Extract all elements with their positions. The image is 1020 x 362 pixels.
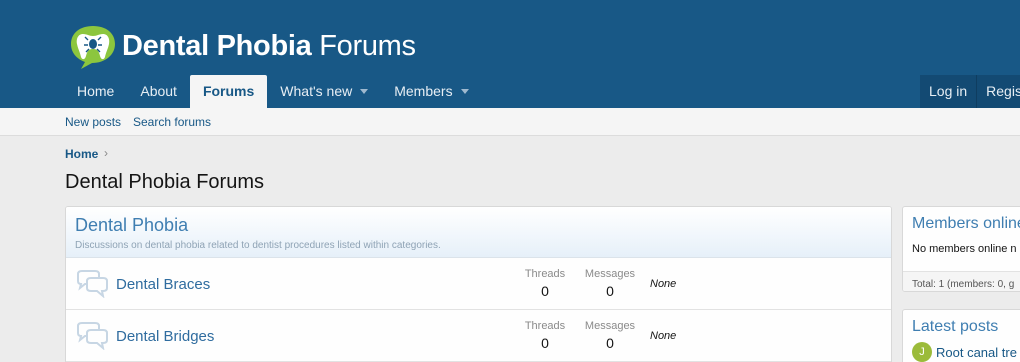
threads-label: Threads <box>524 268 566 280</box>
nav-home[interactable]: Home <box>64 75 127 108</box>
site-name: Dental Phobia Forums <box>122 30 416 63</box>
last-post: None <box>650 330 677 342</box>
messages-count: 0 <box>606 335 614 351</box>
speech-bubbles-icon <box>77 322 108 350</box>
members-online-title[interactable]: Members online <box>903 207 1020 233</box>
forum-node: Dental Braces Threads 0 Messages 0 None <box>66 258 891 310</box>
latest-posts-title[interactable]: Latest posts <box>903 310 1020 336</box>
forum-node-title[interactable]: Dental Bridges <box>116 328 214 345</box>
latest-posts-widget: Latest posts J Root canal tre <box>902 309 1020 362</box>
messages-count: 0 <box>606 283 614 299</box>
site-name-bold: Dental Phobia <box>122 29 312 62</box>
avatar[interactable]: J <box>912 342 932 362</box>
main-nav: Home About Forums What's new Members <box>64 75 482 108</box>
sub-nav: New posts Search forums <box>0 108 1020 136</box>
threads-count: 0 <box>541 335 549 351</box>
tooth-logo-icon <box>71 26 115 69</box>
threads-label: Threads <box>524 320 566 332</box>
login-link[interactable]: Log in <box>920 75 976 108</box>
category-description: Discussions on dental phobia related to … <box>75 240 441 251</box>
messages-stat: Messages 0 <box>580 268 640 299</box>
nav-forums[interactable]: Forums <box>189 75 268 108</box>
nav-members-label: Members <box>394 83 453 99</box>
page-title: Dental Phobia Forums <box>65 171 264 193</box>
new-posts-link[interactable]: New posts <box>65 115 121 129</box>
nav-about-label: About <box>140 83 177 99</box>
forum-node: Dental Bridges Threads 0 Messages 0 None <box>66 310 891 362</box>
search-forums-link[interactable]: Search forums <box>133 115 211 129</box>
nav-whats-new-label: What's new <box>280 83 353 99</box>
latest-post-item[interactable]: J Root canal tre <box>903 336 1020 362</box>
nav-members[interactable]: Members <box>381 75 481 108</box>
members-online-widget: Members online No members online n Total… <box>902 206 1020 292</box>
chevron-down-icon[interactable] <box>360 89 369 94</box>
site-logo[interactable]: Dental Phobia Forums <box>68 22 416 70</box>
members-online-text: No members online n <box>912 243 1017 255</box>
threads-stat: Threads 0 <box>515 268 575 299</box>
messages-label: Messages <box>584 268 636 280</box>
account-nav: Log in Regist <box>920 75 1020 108</box>
nav-whats-new[interactable]: What's new <box>267 75 381 108</box>
breadcrumb-home[interactable]: Home <box>65 147 98 161</box>
messages-label: Messages <box>584 320 636 332</box>
last-post: None <box>650 278 677 290</box>
chevron-down-icon[interactable] <box>460 89 469 94</box>
register-link[interactable]: Regist <box>977 75 1020 108</box>
breadcrumb-separator-icon: › <box>104 146 108 160</box>
site-header: Dental Phobia Forums Home About Forums W… <box>0 0 1020 108</box>
category-header: Dental Phobia Discussions on dental phob… <box>66 207 891 258</box>
forum-category-block: Dental Phobia Discussions on dental phob… <box>65 206 892 362</box>
messages-stat: Messages 0 <box>580 320 640 351</box>
threads-count: 0 <box>541 283 549 299</box>
nav-home-label: Home <box>77 83 115 99</box>
forum-node-title[interactable]: Dental Braces <box>116 276 210 293</box>
latest-post-link[interactable]: Root canal tre <box>936 345 1017 360</box>
nav-forums-label: Forums <box>202 83 255 99</box>
speech-bubbles-icon <box>77 270 108 298</box>
nav-about[interactable]: About <box>127 75 190 108</box>
site-name-regular: Forums <box>319 29 416 62</box>
category-title[interactable]: Dental Phobia <box>75 215 882 236</box>
threads-stat: Threads 0 <box>515 320 575 351</box>
members-online-total: Total: 1 (members: 0, g <box>903 271 1020 291</box>
